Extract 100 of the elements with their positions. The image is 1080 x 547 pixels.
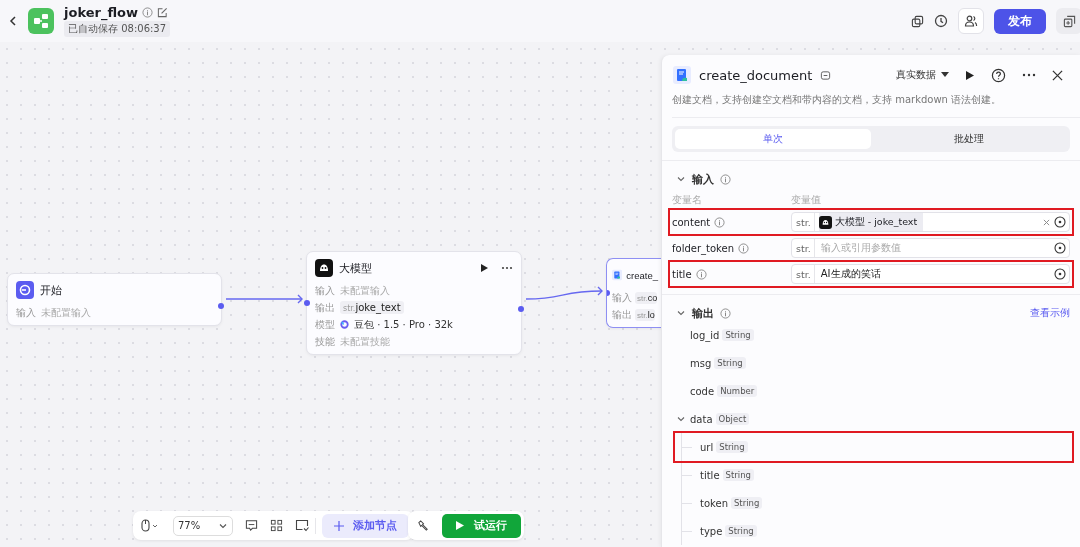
caret-icon <box>941 72 949 78</box>
view-example-link[interactable]: 查看示例 <box>1030 306 1070 320</box>
row-label: 输入 <box>612 290 632 305</box>
workflow-title: joker_flow <box>64 5 138 20</box>
output-name: url <box>700 441 714 453</box>
save-status: 已自动保存 08:06:37 <box>64 21 171 37</box>
placeholder-text: 输入或引用参数值 <box>819 241 902 255</box>
column-header: 变量值 <box>791 193 821 207</box>
info-icon <box>142 7 153 18</box>
row-value: 未配置输入 <box>340 283 390 298</box>
info-icon <box>720 173 731 185</box>
comment-icon[interactable] <box>245 519 259 532</box>
type-tag: String <box>725 525 757 537</box>
reference-text: 大模型 - joke_text <box>834 215 918 229</box>
history-icon[interactable] <box>934 14 948 28</box>
back-icon[interactable] <box>8 15 18 27</box>
variable-picker-icon[interactable] <box>1054 268 1066 280</box>
clear-icon[interactable] <box>1043 218 1050 226</box>
output-name: log_id <box>690 329 720 341</box>
play-icon[interactable] <box>965 69 975 81</box>
output-name: code <box>690 385 715 397</box>
type-prefix: str. <box>792 265 815 283</box>
row-label: 输出 <box>315 300 335 315</box>
wrench-icon[interactable] <box>417 519 430 532</box>
panel-description: 创建文档，支持创建空文档和带内容的文档，支持 markdown 语法创建。 <box>672 93 1080 118</box>
row-label: 模型 <box>315 317 335 332</box>
add-window-icon <box>1062 14 1076 28</box>
tab[interactable]: 批处理 <box>871 129 1067 149</box>
node-card[interactable]: 开始 输入 未配置输入 <box>7 273 222 326</box>
more-icon[interactable] <box>1022 73 1036 77</box>
document-icon <box>612 268 623 282</box>
type-prefix: str. <box>792 239 815 257</box>
output-port[interactable] <box>218 302 224 309</box>
data-mode-dropdown[interactable]: 真实数据 <box>896 68 949 82</box>
panel-title: create_document <box>699 67 813 83</box>
node-title: create_ <box>626 269 658 281</box>
type-tag: Object <box>715 413 750 425</box>
info-icon <box>695 268 707 280</box>
help-icon[interactable] <box>991 67 1006 83</box>
value-text: AI生成的笑话 <box>819 267 882 281</box>
copy-icon[interactable] <box>911 14 924 28</box>
row-label: 技能 <box>315 334 335 349</box>
add-window-button[interactable] <box>1056 8 1080 34</box>
type-tag: String <box>722 329 754 341</box>
add-node-button[interactable]: 添加节点 <box>322 513 410 538</box>
chevron-icon[interactable] <box>676 308 686 318</box>
info-icon <box>720 307 731 319</box>
type-tag: Number <box>717 385 758 397</box>
variable-name: content <box>672 216 711 228</box>
model-name: 豆包 · 1.5 · Pro · 32k <box>354 317 453 332</box>
node-card[interactable]: create_ 输入 str.co 输出 str.lo <box>606 258 662 328</box>
variable-picker-icon[interactable] <box>1054 216 1066 228</box>
variable-name: folder_token <box>672 242 734 254</box>
output-name: type <box>700 525 723 537</box>
document-icon <box>673 66 691 84</box>
collaborators-button[interactable] <box>958 8 984 34</box>
variable-tag: str.joke_text <box>340 301 404 314</box>
play-icon[interactable] <box>480 263 489 273</box>
column-header: 变量名 <box>672 193 703 207</box>
info-icon <box>738 242 749 254</box>
edit-icon[interactable] <box>157 7 168 18</box>
zoom-select[interactable]: 77% <box>173 515 234 536</box>
input-port[interactable] <box>304 300 310 306</box>
row-label: 输入 <box>16 305 36 320</box>
app-icon <box>28 8 54 34</box>
variable-picker-icon[interactable] <box>1054 242 1066 254</box>
value-field[interactable]: str. 大模型 - joke_text <box>791 212 1070 232</box>
value-field[interactable]: str. AI生成的笑话 <box>791 264 1070 284</box>
output-name: msg <box>690 357 712 369</box>
robot-icon <box>818 215 832 229</box>
type-tag: String <box>714 357 746 369</box>
output-name: data <box>690 413 713 425</box>
more-icon[interactable] <box>501 266 513 270</box>
type-tag: String <box>716 441 748 453</box>
model-icon <box>340 320 349 329</box>
variable-name: title <box>672 268 692 280</box>
chevron-icon[interactable] <box>676 174 686 184</box>
variable-tag: str.lo <box>635 308 655 321</box>
node-title: 大模型 <box>339 260 372 276</box>
tab[interactable]: 单次 <box>675 129 871 149</box>
value-field[interactable]: str. 输入或引用参数值 <box>791 238 1070 258</box>
minimap-icon[interactable] <box>295 519 310 532</box>
type-prefix: str. <box>792 213 815 231</box>
layout-icon[interactable] <box>270 519 284 532</box>
output-name: title <box>700 469 720 481</box>
chevron-icon[interactable] <box>676 414 686 424</box>
section-title: 输出 <box>692 305 714 321</box>
output-port[interactable] <box>518 306 524 312</box>
type-tag: String <box>730 497 763 509</box>
row-value: 未配置输入 <box>41 305 91 320</box>
people-icon <box>964 14 978 28</box>
robot-icon <box>315 259 333 277</box>
node-card[interactable]: 大模型 输入 未配置输入 输出 str.joke_text 模型 豆包 · 1.5 · Pro · 32k 技能 未配置技能 <box>306 251 522 355</box>
publish-button[interactable]: 发布 <box>994 8 1046 34</box>
row-value: 未配置技能 <box>340 334 390 349</box>
info-icon <box>714 216 726 228</box>
row-label: 输出 <box>612 307 632 322</box>
output-name: token <box>700 497 728 509</box>
variable-tag: str.co <box>635 291 658 304</box>
close-icon[interactable] <box>1052 69 1063 81</box>
